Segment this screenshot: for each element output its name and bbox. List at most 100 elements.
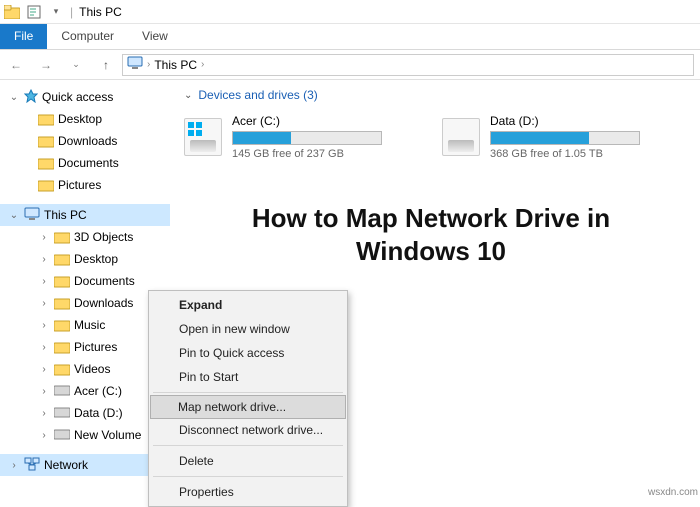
sidebar-item-label: This PC	[44, 208, 87, 222]
usage-bar	[490, 131, 640, 145]
window-title: This PC	[79, 5, 122, 19]
sidebar-item-label: New Volume	[74, 428, 141, 442]
drive-item-acer-c[interactable]: Acer (C:) 145 GB free of 237 GB	[184, 114, 382, 160]
sidebar-item-label: Documents	[58, 156, 119, 170]
nav-sidebar: ⌄ Quick access Desktop Downloads Documen…	[0, 80, 170, 502]
cm-expand[interactable]: Expand	[151, 293, 345, 317]
tab-computer[interactable]: Computer	[47, 24, 128, 49]
watermark: wsxdn.com	[648, 487, 698, 498]
folder-icon	[38, 112, 54, 126]
sidebar-item-network[interactable]: › Network	[0, 454, 170, 476]
cm-pin-start[interactable]: Pin to Start	[151, 365, 345, 389]
group-header-devices[interactable]: ⌄ Devices and drives (3)	[184, 88, 686, 102]
sidebar-item-label: Acer (C:)	[74, 384, 122, 398]
drive-icon	[54, 406, 70, 421]
cm-pin-quick-access[interactable]: Pin to Quick access	[151, 341, 345, 365]
chevron-right-icon[interactable]: ›	[38, 298, 50, 309]
sidebar-item-label: Quick access	[42, 90, 113, 104]
sidebar-item-pictures-pc[interactable]: ›Pictures	[0, 336, 170, 358]
sidebar-item-downloads-pc[interactable]: › Downloads	[0, 292, 170, 314]
sidebar-item-this-pc[interactable]: ⌄ This PC	[0, 204, 170, 226]
windows-flag-icon	[188, 122, 202, 136]
sidebar-item-acer-c[interactable]: › Acer (C:)	[0, 380, 170, 402]
sidebar-item-pictures[interactable]: Pictures	[0, 174, 170, 196]
folder-icon	[54, 230, 70, 244]
cm-open-new-window[interactable]: Open in new window	[151, 317, 345, 341]
address-bar: ← → ⌄ ↑ › This PC ›	[0, 50, 700, 80]
nav-up-icon[interactable]: ↑	[96, 58, 116, 72]
chevron-right-icon[interactable]: ›	[38, 364, 50, 375]
sidebar-item-data-d[interactable]: ›Data (D:)	[0, 402, 170, 424]
folder-icon	[54, 296, 70, 310]
breadcrumb-this-pc[interactable]: This PC	[154, 58, 197, 72]
properties-qat-icon[interactable]	[26, 4, 42, 20]
sidebar-item-videos[interactable]: ›Videos	[0, 358, 170, 380]
star-icon	[24, 89, 38, 106]
tab-view[interactable]: View	[128, 24, 182, 49]
chevron-right-icon[interactable]: ›	[38, 386, 50, 397]
sidebar-item-label: Downloads	[74, 296, 133, 310]
sidebar-item-desktop[interactable]: Desktop	[0, 108, 170, 130]
nav-back-icon[interactable]: ←	[6, 58, 26, 72]
drive-name: Acer (C:)	[232, 114, 382, 128]
sidebar-item-3d-objects[interactable]: ›3D Objects	[0, 226, 170, 248]
chevron-right-icon[interactable]: ›	[38, 408, 50, 419]
chevron-right-icon: ›	[201, 59, 204, 70]
sidebar-item-label: Desktop	[58, 112, 102, 126]
usage-fill	[233, 132, 291, 144]
folder-icon	[54, 274, 70, 288]
main-area: ⌄ Quick access Desktop Downloads Documen…	[0, 80, 700, 502]
breadcrumb[interactable]: › This PC ›	[122, 54, 694, 76]
chevron-down-icon[interactable]: ⌄	[8, 92, 20, 103]
sidebar-item-label: Pictures	[58, 178, 101, 192]
nav-forward-icon[interactable]: →	[36, 58, 56, 72]
chevron-right-icon[interactable]: ›	[38, 254, 50, 265]
chevron-right-icon[interactable]: ›	[38, 342, 50, 353]
folder-icon	[38, 178, 54, 192]
sidebar-item-desktop-pc[interactable]: ›Desktop	[0, 248, 170, 270]
this-pc-icon	[127, 56, 143, 73]
sidebar-item-music[interactable]: ›Music	[0, 314, 170, 336]
chevron-right-icon[interactable]: ›	[8, 460, 20, 471]
cm-delete[interactable]: Delete	[151, 449, 345, 473]
nav-buttons: ← → ⌄ ↑	[6, 58, 116, 72]
sidebar-item-downloads[interactable]: Downloads	[0, 130, 170, 152]
chevron-right-icon[interactable]: ›	[38, 232, 50, 243]
sidebar-item-new-volume[interactable]: › New Volume	[0, 424, 170, 446]
cm-map-network-drive[interactable]: Map network drive...	[150, 395, 346, 419]
sidebar-item-documents-pc[interactable]: ›Documents	[0, 270, 170, 292]
cm-disconnect-network-drive[interactable]: Disconnect network drive...	[151, 418, 345, 442]
context-menu-separator	[153, 476, 343, 477]
context-menu-separator	[153, 392, 343, 393]
drive-icon	[184, 118, 222, 156]
titlebar: ▾ | This PC	[0, 0, 700, 24]
chevron-right-icon[interactable]: ›	[38, 320, 50, 331]
folder-icon	[54, 362, 70, 376]
group-header-label: Devices and drives (3)	[198, 88, 317, 102]
sidebar-item-documents[interactable]: Documents	[0, 152, 170, 174]
sidebar-item-label: Downloads	[58, 134, 117, 148]
qat-dropdown-icon[interactable]: ▾	[48, 4, 64, 20]
drive-icon	[54, 384, 70, 399]
context-menu: Expand Open in new window Pin to Quick a…	[148, 290, 348, 507]
context-menu-separator	[153, 445, 343, 446]
chevron-right-icon[interactable]: ›	[38, 276, 50, 287]
sidebar-item-quick-access[interactable]: ⌄ Quick access	[0, 86, 170, 108]
folder-icon	[38, 156, 54, 170]
chevron-down-icon[interactable]: ⌄	[8, 210, 20, 221]
folder-icon	[54, 252, 70, 266]
nav-recent-icon[interactable]: ⌄	[66, 59, 86, 70]
title-separator: |	[70, 5, 73, 19]
folder-icon	[54, 340, 70, 354]
drive-free-text: 145 GB free of 237 GB	[232, 148, 382, 160]
folder-icon	[54, 318, 70, 332]
drive-icon	[442, 118, 480, 156]
drives-grid: Acer (C:) 145 GB free of 237 GB Data (D:…	[184, 114, 686, 160]
chevron-right-icon[interactable]: ›	[38, 430, 50, 441]
tab-file[interactable]: File	[0, 24, 47, 49]
chevron-down-icon: ⌄	[184, 90, 192, 101]
cm-properties[interactable]: Properties	[151, 480, 345, 504]
this-pc-icon	[24, 207, 40, 224]
drive-item-data-d[interactable]: Data (D:) 368 GB free of 1.05 TB	[442, 114, 640, 160]
drive-icon	[54, 428, 70, 443]
